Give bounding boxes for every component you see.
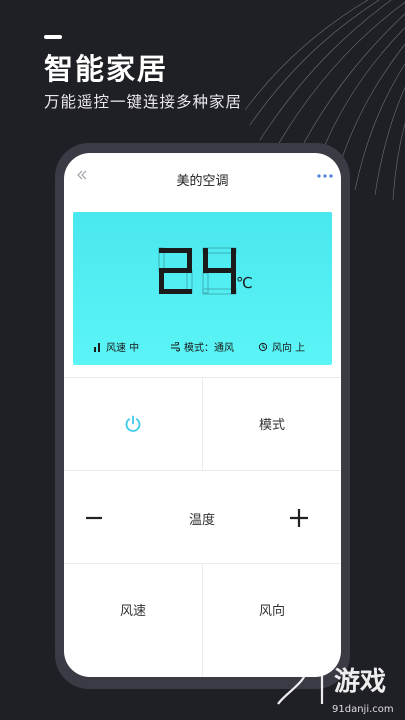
app-title: 美的空调 xyxy=(176,174,229,189)
divider xyxy=(64,470,341,471)
mode-button[interactable]: 模式 xyxy=(203,377,341,470)
status-fan-speed: 风速 中 xyxy=(93,339,139,354)
fan-speed-button-label: 风速 xyxy=(119,603,146,619)
mode-button-label: 模式 xyxy=(258,418,285,433)
minus-icon xyxy=(86,516,102,520)
plus-icon xyxy=(290,509,308,527)
hero-title: 智能家居 xyxy=(44,52,169,86)
temperature-label: 温度 xyxy=(152,495,252,541)
remote-controls: 模式 温度 风速 风向 xyxy=(64,377,341,677)
power-icon xyxy=(125,415,141,432)
wind-mode-icon xyxy=(171,341,180,351)
more-dots-icon[interactable] xyxy=(316,172,334,180)
status-direction-text: 风向 上 xyxy=(272,343,306,354)
status-direction: 风向 上 xyxy=(258,339,305,354)
temperature-label-text: 温度 xyxy=(188,512,215,528)
temperature-unit: ℃ xyxy=(236,274,253,292)
phone-screen: 美的空调 24 xyxy=(64,153,341,677)
svg-text:91danji.com: 91danji.com xyxy=(332,704,394,715)
app-header: 美的空调 xyxy=(64,153,341,199)
swing-direction-icon xyxy=(258,342,268,351)
hero-subtitle: 万能遥控一键连接多种家居 xyxy=(44,93,243,111)
status-mode: 模式：通风 xyxy=(170,339,234,354)
status-row: 风速 中 模式：通风 风向 上 xyxy=(73,339,332,355)
wind-direction-button-label: 风向 xyxy=(258,603,285,619)
status-fan-speed-text: 风速 中 xyxy=(106,343,140,354)
status-mode-text: 模式：通风 xyxy=(184,343,234,354)
temperature-decrease-button[interactable] xyxy=(84,495,134,541)
watermark-logo: 游戏 91danji.com xyxy=(277,644,394,715)
ac-display-panel: 24 xyxy=(73,212,332,365)
temperature-increase-button[interactable] xyxy=(269,495,329,541)
fan-speed-button[interactable]: 风速 xyxy=(64,564,202,654)
signal-bars-icon xyxy=(94,342,100,352)
svg-text:游戏: 游戏 xyxy=(334,667,386,697)
accent-bar xyxy=(44,35,62,39)
power-button[interactable] xyxy=(64,377,202,470)
